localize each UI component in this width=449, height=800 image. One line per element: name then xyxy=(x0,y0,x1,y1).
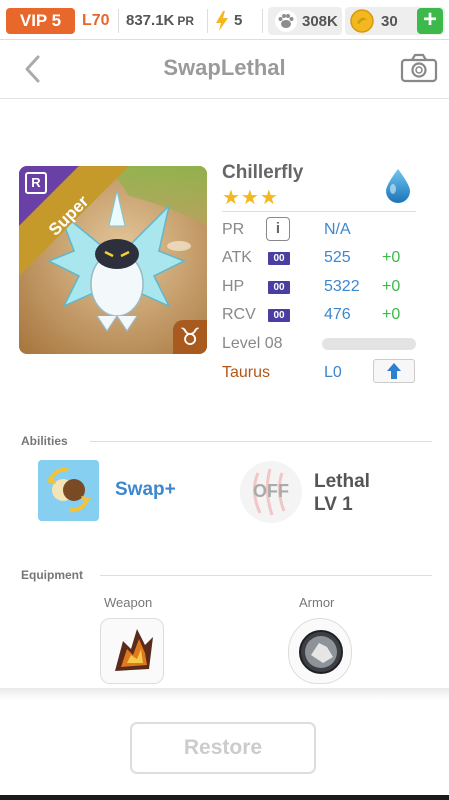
coin-currency[interactable]: 30 + xyxy=(345,7,445,35)
arrow-up-icon xyxy=(387,363,401,379)
power-unit: PR xyxy=(177,14,195,28)
zodiac-upgrade-button[interactable] xyxy=(373,359,415,383)
stat-bonus: +0 xyxy=(382,249,401,266)
paw-value: 308K xyxy=(302,12,338,30)
vip-badge[interactable]: VIP 5 xyxy=(6,8,75,34)
lightning-icon xyxy=(216,11,228,31)
stamina[interactable]: 5 xyxy=(214,8,242,34)
stat-label: RCV xyxy=(222,306,256,323)
abilities-section-title: Abilities xyxy=(21,434,68,448)
rarity-stars: ★★★ xyxy=(222,187,279,209)
stat-value: N/A xyxy=(324,221,351,238)
weapon-label: Weapon xyxy=(104,595,153,610)
stat-badge: 00 xyxy=(268,309,290,322)
add-currency-button[interactable]: + xyxy=(417,8,443,34)
stat-value: 476 xyxy=(324,306,351,323)
stat-value: 525 xyxy=(324,249,351,266)
restore-button[interactable]: Restore xyxy=(130,722,316,774)
divider xyxy=(262,9,263,33)
stat-row-atk: ATK 00 525 +0 xyxy=(222,249,416,271)
monster-portrait[interactable]: R Super ♉ xyxy=(19,166,207,354)
armor-label: Armor xyxy=(299,595,335,610)
ability-name-text: Lethal xyxy=(314,471,370,492)
info-button[interactable]: i xyxy=(266,217,290,241)
stat-label: PR xyxy=(222,221,245,238)
power-value: 837.1K xyxy=(126,12,175,29)
footer-divider xyxy=(0,688,449,700)
ability-level: LV 1 xyxy=(314,494,353,515)
level-progress-bar xyxy=(322,338,416,350)
divider xyxy=(100,575,432,576)
stat-badge: 00 xyxy=(268,281,290,294)
stamina-value: 5 xyxy=(234,12,243,29)
player-level: L70 xyxy=(82,12,110,29)
equipment-section-title: Equipment xyxy=(21,568,83,582)
paw-icon xyxy=(275,10,297,32)
weapon-slot[interactable] xyxy=(100,618,164,684)
status-bar: VIP 5 L70 837.1K PR 5 308K 30 + xyxy=(0,0,449,40)
armor-slot[interactable] xyxy=(288,618,352,684)
stat-row-hp: HP 00 5322 +0 xyxy=(222,278,416,300)
card-tag-icon: R xyxy=(25,172,47,194)
level-label: Level 08 xyxy=(222,335,283,352)
paw-currency[interactable]: 308K xyxy=(268,7,342,35)
stat-label: ATK xyxy=(222,249,252,266)
zodiac-name: Taurus xyxy=(222,364,271,381)
stat-row-pr: PR i N/A xyxy=(222,217,416,243)
ability-state: OFF xyxy=(253,481,289,501)
stat-value: 5322 xyxy=(324,278,360,295)
coin-value: 30 xyxy=(381,12,398,30)
zodiac-level: L0 xyxy=(324,364,342,381)
ability-name[interactable]: Lethal LV 1 xyxy=(314,470,370,516)
coin-icon xyxy=(350,9,374,33)
armor-icon xyxy=(299,630,343,674)
power-rating: 837.1K PR xyxy=(126,8,194,34)
stat-label: HP xyxy=(222,278,245,295)
divider xyxy=(207,9,208,33)
divider xyxy=(222,211,416,212)
water-drop-icon xyxy=(386,169,410,203)
stat-badge: 00 xyxy=(268,252,290,265)
screen-edge xyxy=(0,795,449,800)
stat-row-rcv: RCV 00 476 +0 xyxy=(222,306,416,328)
monster-name: Chillerfly xyxy=(222,162,304,183)
swap-icon xyxy=(38,460,99,521)
zodiac-icon: ♉ xyxy=(173,320,207,354)
stat-bonus: +0 xyxy=(382,306,401,323)
weapon-icon xyxy=(115,629,153,671)
page-title: SwapLethal xyxy=(163,55,286,80)
swap-ability-icon[interactable] xyxy=(38,460,99,521)
camera-icon[interactable] xyxy=(400,53,438,83)
ability-name[interactable]: Swap+ xyxy=(115,479,176,501)
divider xyxy=(118,9,119,33)
header: SwapLethal xyxy=(0,41,449,99)
stat-bonus: +0 xyxy=(382,278,401,295)
divider xyxy=(90,441,432,442)
